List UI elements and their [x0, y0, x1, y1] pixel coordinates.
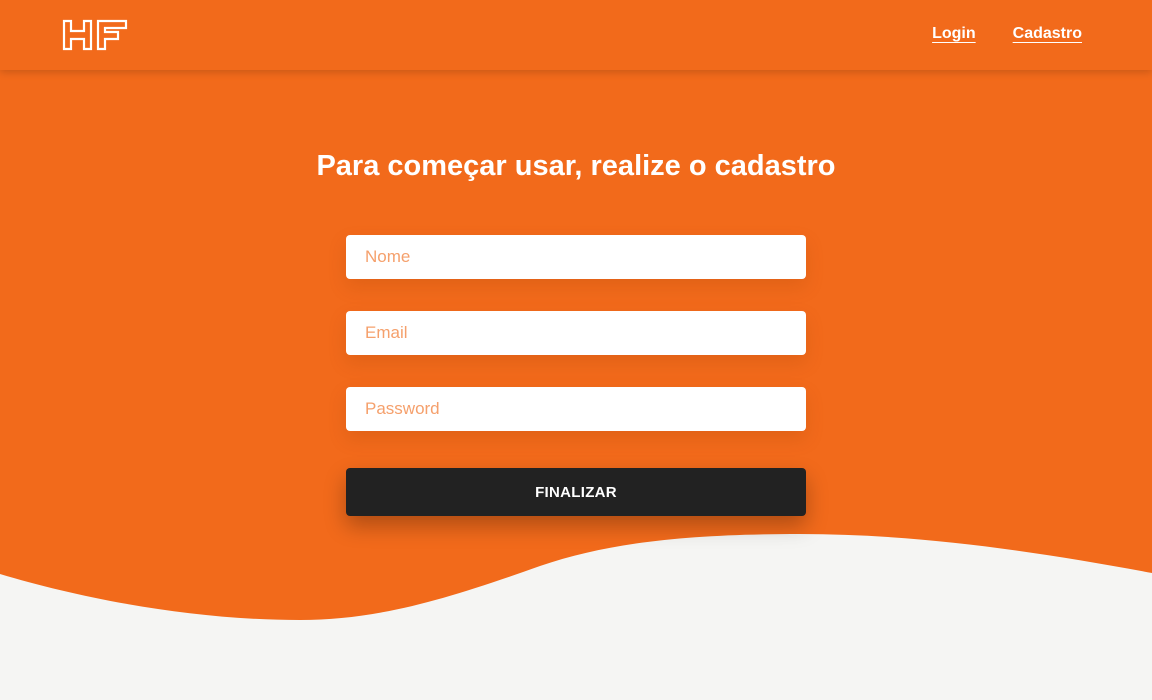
password-field[interactable] — [346, 387, 806, 431]
hf-logo[interactable] — [62, 19, 128, 51]
name-field[interactable] — [346, 235, 806, 279]
signup-link[interactable]: Cadastro — [1013, 25, 1082, 43]
header-nav: Login Cadastro — [932, 25, 1082, 43]
email-field[interactable] — [346, 311, 806, 355]
finalize-button[interactable]: FINALIZAR — [346, 468, 806, 516]
page-title: Para começar usar, realize o cadastro — [316, 150, 836, 182]
top-navbar: Login Cadastro — [0, 0, 1152, 70]
login-link[interactable]: Login — [932, 25, 976, 43]
page: Login Cadastro Para começar usar, realiz… — [0, 0, 1152, 700]
